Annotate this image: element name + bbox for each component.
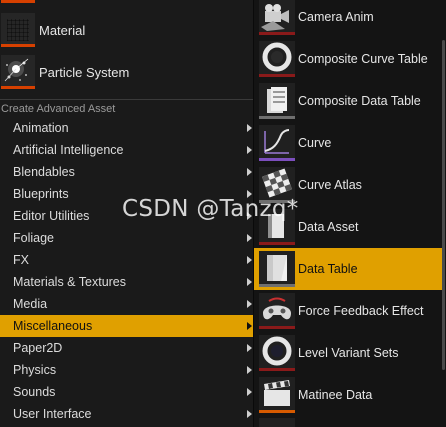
submenu-item-label: Composite Data Table: [298, 94, 421, 108]
category-blendables[interactable]: Blendables: [0, 161, 253, 183]
category-label: FX: [13, 253, 29, 267]
chevron-right-icon: [247, 366, 252, 374]
chevron-right-icon: [247, 168, 252, 176]
submenu-item-label: Data Asset: [298, 220, 359, 234]
category-artificial-intelligence[interactable]: Artificial Intelligence: [0, 139, 253, 161]
category-fx[interactable]: FX: [0, 249, 253, 271]
category-label: Media: [13, 297, 48, 311]
submenu-item-composite-curve-table[interactable]: Composite Curve Table: [254, 38, 443, 80]
category-foliage[interactable]: Foliage: [0, 227, 253, 249]
chevron-right-icon: [247, 322, 252, 330]
submenu-item-composite-data-table[interactable]: Composite Data Table: [254, 80, 443, 122]
composite-curve-table-icon: [259, 41, 295, 77]
submenu-item-label: Data Table: [298, 262, 358, 276]
chevron-right-icon: [247, 278, 252, 286]
category-materials-textures[interactable]: Materials & Textures: [0, 271, 253, 293]
submenu-item-label: Curve Atlas: [298, 178, 362, 192]
category-label: Paper2D: [13, 341, 63, 355]
submenu-item-curve[interactable]: Curve: [254, 122, 443, 164]
submenu-item-label: Composite Curve Table: [298, 52, 428, 66]
category-label: Materials & Textures: [13, 275, 127, 289]
submenu-item-level-variant-sets[interactable]: Level Variant Sets: [254, 332, 443, 374]
force-feedback-icon: [259, 293, 295, 329]
matinee-data-icon: [259, 377, 295, 413]
asset-item-material[interactable]: Material: [0, 9, 253, 51]
asset-item-label: Particle System: [39, 64, 130, 80]
category-physics[interactable]: Physics: [0, 359, 253, 381]
chevron-right-icon: [247, 256, 252, 264]
submenu-item-camera-anim[interactable]: Camera Anim: [254, 0, 443, 38]
camera-anim-icon: [259, 0, 295, 35]
submenu-item-force-feedback-effect[interactable]: Force Feedback Effect: [254, 290, 443, 332]
submenu-item-matinee-data[interactable]: Matinee Data: [254, 374, 443, 416]
content-browser-add-menu: Material Particle System Create Advanced…: [0, 0, 446, 427]
next-item-thumb-partial: [259, 418, 295, 427]
submenu-item-data-table[interactable]: Data Table: [254, 248, 443, 290]
data-table-icon: [259, 251, 295, 287]
submenu-item-label: Camera Anim: [298, 10, 374, 24]
chevron-right-icon: [247, 388, 252, 396]
category-label: Editor Utilities: [13, 209, 90, 223]
submenu-item-label: Curve: [298, 136, 332, 150]
submenu-item-label: Force Feedback Effect: [298, 304, 424, 318]
submenu-item-label: Matinee Data: [298, 388, 373, 402]
watermark-text: CSDN @Tanzq*: [122, 196, 299, 222]
particle-system-icon: [1, 55, 35, 89]
submenu-item-label: Level Variant Sets: [298, 346, 399, 360]
chevron-right-icon: [247, 410, 252, 418]
asset-item-particle-system[interactable]: Particle System: [0, 51, 253, 93]
category-label: Animation: [13, 121, 69, 135]
previous-asset-thumb-edge: [1, 0, 35, 3]
chevron-right-icon: [247, 344, 252, 352]
category-label: Foliage: [13, 231, 54, 245]
material-sphere-icon: [1, 13, 35, 47]
category-label: Blueprints: [13, 187, 69, 201]
category-label: Sounds: [13, 385, 56, 399]
chevron-right-icon: [247, 146, 252, 154]
chevron-right-icon: [247, 234, 252, 242]
category-animation[interactable]: Animation: [0, 117, 253, 139]
chevron-right-icon: [247, 300, 252, 308]
category-miscellaneous[interactable]: Miscellaneous: [0, 315, 253, 337]
category-paper2d[interactable]: Paper2D: [0, 337, 253, 359]
category-label: User Interface: [13, 407, 92, 421]
submenu-scrollbar[interactable]: [442, 40, 445, 370]
category-sounds[interactable]: Sounds: [0, 381, 253, 403]
section-header-advanced: Create Advanced Asset: [0, 99, 253, 117]
category-label: Physics: [13, 363, 57, 377]
category-label: Miscellaneous: [13, 319, 93, 333]
category-user-interface[interactable]: User Interface: [0, 403, 253, 425]
category-label: Blendables: [13, 165, 75, 179]
category-label: Artificial Intelligence: [13, 143, 124, 157]
category-media[interactable]: Media: [0, 293, 253, 315]
chevron-right-icon: [247, 124, 252, 132]
composite-data-table-icon: [259, 83, 295, 119]
asset-item-label: Material: [39, 22, 86, 38]
curve-icon: [259, 125, 295, 161]
level-variant-sets-icon: [259, 335, 295, 371]
